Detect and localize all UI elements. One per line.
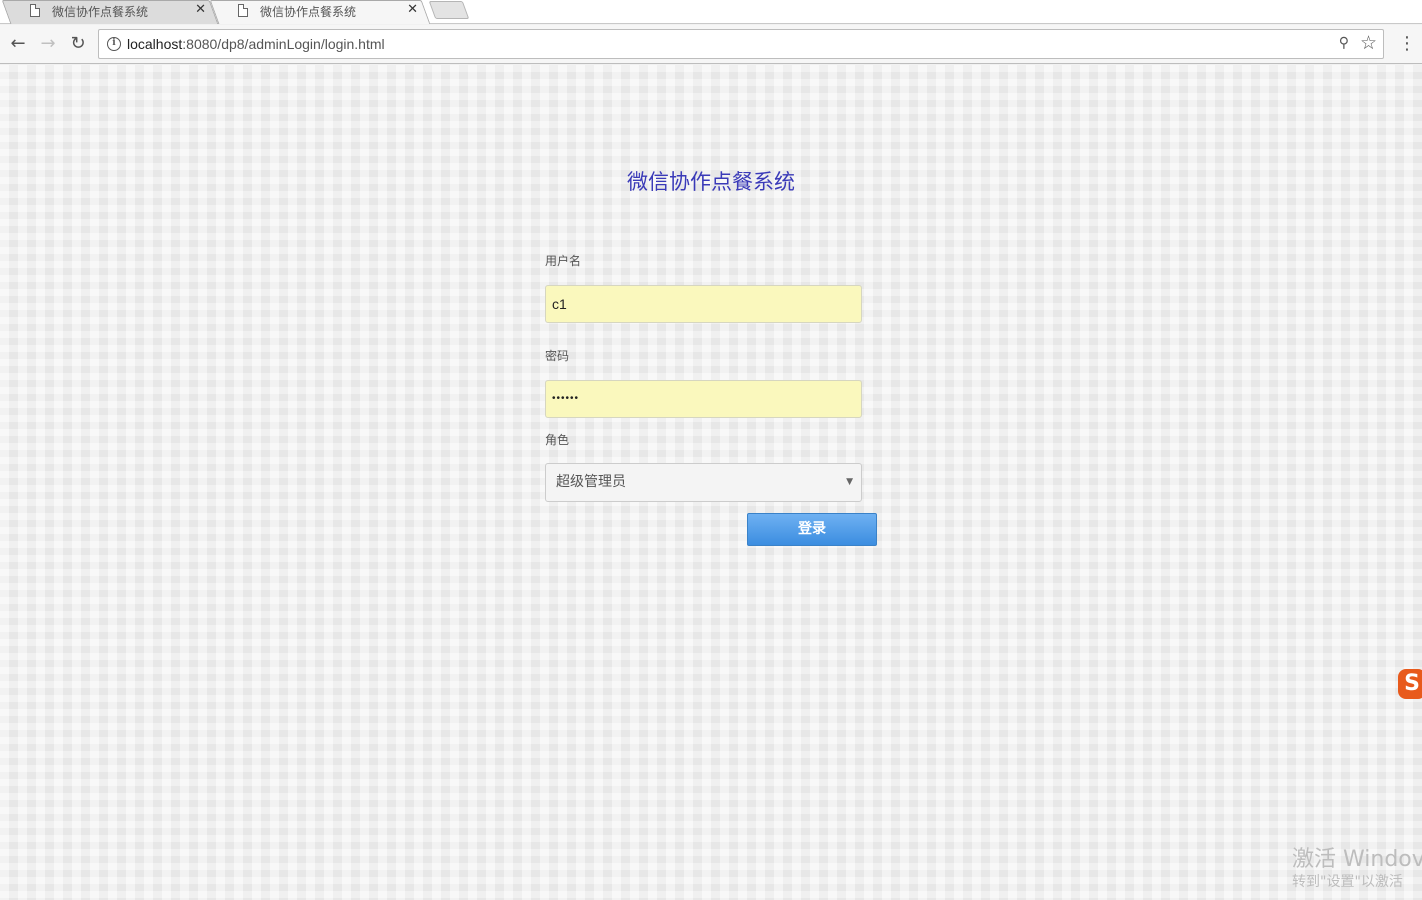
login-page: 微信协作点餐系统 用户名 密码 •••••• 角色 超级管理员 ▼ 登录 S 激… (0, 65, 1422, 900)
password-input[interactable]: •••••• (545, 380, 862, 418)
kebab-menu-icon[interactable]: ⋮ (1398, 33, 1416, 55)
tab-2[interactable]: 微信协作点餐系统 ✕ (209, 0, 431, 24)
close-icon[interactable]: ✕ (407, 2, 418, 17)
url-text[interactable]: localhost:8080/dp8/adminLogin/login.html (127, 36, 385, 52)
page-icon (30, 4, 40, 17)
role-selected-value: 超级管理员 (556, 474, 626, 490)
page-icon (238, 4, 248, 17)
ime-icon[interactable]: S (1398, 669, 1422, 699)
tab-1[interactable]: 微信协作点餐系统 ✕ (1, 0, 219, 24)
watermark-title: 激活 Windov (1292, 847, 1422, 872)
role-label: 角色 (545, 433, 570, 447)
close-icon[interactable]: ✕ (195, 2, 206, 17)
username-label: 用户名 (545, 254, 582, 268)
key-icon[interactable]: ⚲ (1339, 35, 1349, 51)
star-icon[interactable]: ☆ (1360, 32, 1377, 54)
username-input[interactable] (545, 285, 862, 323)
forward-arrow-icon[interactable]: → (37, 33, 59, 55)
chevron-down-icon: ▼ (846, 477, 853, 487)
new-tab-button[interactable] (428, 1, 470, 19)
password-label: 密码 (545, 349, 570, 363)
activation-watermark: 激活 Windov 转到"设置"以激活 (1292, 847, 1422, 891)
login-button[interactable]: 登录 (747, 513, 877, 546)
info-icon[interactable]: i (107, 37, 121, 51)
browser-toolbar: ← → ↻ i localhost:8080/dp8/adminLogin/lo… (0, 25, 1422, 64)
role-select[interactable]: 超级管理员 ▼ (545, 463, 862, 502)
watermark-subtitle: 转到"设置"以激活 (1292, 874, 1403, 890)
address-bar[interactable]: i localhost:8080/dp8/adminLogin/login.ht… (98, 29, 1384, 59)
reload-icon[interactable]: ↻ (67, 33, 89, 55)
back-arrow-icon[interactable]: ← (7, 33, 29, 55)
tab-strip: 微信协作点餐系统 ✕ 微信协作点餐系统 ✕ (0, 0, 1422, 24)
tab-title: 微信协作点餐系统 (52, 5, 149, 19)
page-title: 微信协作点餐系统 (627, 170, 795, 194)
tab-title: 微信协作点餐系统 (260, 5, 357, 19)
